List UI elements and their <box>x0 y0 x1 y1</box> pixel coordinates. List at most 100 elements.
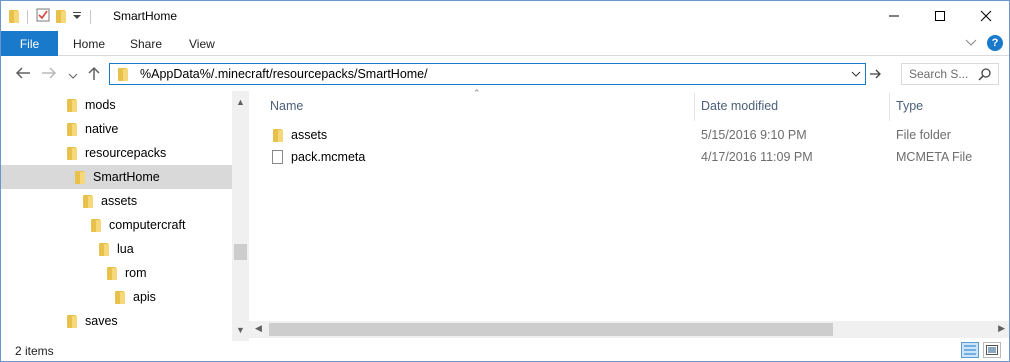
tab-file[interactable]: File <box>1 31 58 56</box>
new-folder-icon[interactable] <box>56 10 66 23</box>
arrow-right-icon <box>42 67 57 79</box>
recent-locations-button[interactable] <box>68 68 78 83</box>
folder-icon <box>83 194 93 208</box>
address-bar[interactable]: %AppData%/.minecraft/resourcepacks/Smart… <box>109 63 866 85</box>
tree-item-label: lua <box>117 242 134 256</box>
up-button[interactable] <box>87 66 101 84</box>
close-button[interactable] <box>963 1 1009 31</box>
expand-ribbon-button[interactable] <box>965 36 977 50</box>
forward-button[interactable] <box>41 66 57 83</box>
file-date: 5/15/2016 9:10 PM <box>701 128 807 142</box>
file-icon <box>272 150 283 167</box>
folder-icon <box>67 146 77 160</box>
window-title: SmartHome <box>113 9 178 23</box>
tree-item-lua[interactable]: lua <box>1 237 232 261</box>
folder-icon <box>273 129 283 145</box>
column-divider[interactable] <box>694 93 695 121</box>
tab-share[interactable]: Share <box>130 31 162 56</box>
tree-item-label: apis <box>133 290 156 304</box>
tree-item-label: mods <box>85 98 116 112</box>
tree-item-mods[interactable]: mods <box>1 93 232 117</box>
tree-item-apis[interactable]: apis <box>1 285 232 309</box>
file-type: File folder <box>896 128 951 142</box>
folder-icon <box>67 314 77 328</box>
tree-item-rom[interactable]: rom <box>1 261 232 285</box>
tree-item-assets[interactable]: assets <box>1 189 232 213</box>
status-bar: 2 items <box>1 339 1009 361</box>
large-icons-view-icon <box>986 345 998 355</box>
folder-icon <box>67 98 77 112</box>
chevron-down-icon <box>68 73 78 79</box>
file-name: assets <box>291 128 328 142</box>
scroll-down-icon[interactable]: ▼ <box>236 325 245 335</box>
details-view-button[interactable] <box>961 342 979 358</box>
navigation-pane: mods native resourcepacks SmartHome asse… <box>1 91 232 341</box>
folder-icon <box>118 67 128 81</box>
tree-item-native[interactable]: native <box>1 117 232 141</box>
tree-item-saves[interactable]: saves <box>1 309 232 333</box>
search-icon[interactable] <box>978 67 992 84</box>
folder-icon <box>115 290 125 304</box>
tree-item-label: SmartHome <box>93 170 160 184</box>
tree-item-computercraft[interactable]: computercraft <box>1 213 232 237</box>
tree-item-label: saves <box>85 314 118 328</box>
title-bar: SmartHome <box>1 1 1009 31</box>
arrow-left-icon <box>15 67 30 79</box>
scrollbar-thumb[interactable] <box>269 323 833 336</box>
properties-icon[interactable] <box>36 8 50 25</box>
search-input[interactable]: Search S... <box>901 63 999 85</box>
tree-item-label: assets <box>101 194 138 208</box>
chevron-down-icon <box>965 39 977 46</box>
tree-item-resourcepacks[interactable]: resourcepacks <box>1 141 232 165</box>
column-header-type[interactable]: Type <box>896 91 923 121</box>
nav-pane-scrollbar[interactable]: ▲ ▼ <box>232 91 249 341</box>
item-count: 2 items <box>15 344 54 358</box>
folder-icon <box>107 266 117 280</box>
list-item[interactable]: pack.mcmeta 4/17/2016 11:09 PM MCMETA Fi… <box>249 147 1009 169</box>
customize-toolbar-icon[interactable] <box>72 9 82 24</box>
maximize-icon <box>935 11 945 21</box>
toolbar-divider <box>27 9 28 24</box>
back-button[interactable] <box>15 66 31 83</box>
tab-home[interactable]: Home <box>73 31 105 56</box>
tree-item-smarthome[interactable]: SmartHome <box>1 165 232 189</box>
address-history-button[interactable] <box>851 67 861 84</box>
navigation-bar: %AppData%/.minecraft/resourcepacks/Smart… <box>1 57 1009 91</box>
column-divider[interactable] <box>889 93 890 121</box>
file-date: 4/17/2016 11:09 PM <box>701 150 813 164</box>
scrollbar-thumb[interactable] <box>234 244 247 260</box>
large-icons-view-button[interactable] <box>983 342 1001 358</box>
scroll-right-icon[interactable]: ▶ <box>998 323 1005 334</box>
explorer-window: SmartHome File Home Share View ? %AppDat… <box>0 0 1010 362</box>
details-view-icon <box>964 345 976 355</box>
toolbar-divider <box>90 9 91 24</box>
folder-icon <box>9 10 19 23</box>
file-list: ⌃ Name Date modified Type assets 5/15/20… <box>249 88 1009 321</box>
quick-access-toolbar <box>9 8 93 25</box>
list-item[interactable]: assets 5/15/2016 9:10 PM File folder <box>249 125 1009 147</box>
tree-item-label: resourcepacks <box>85 146 167 160</box>
scroll-left-icon[interactable]: ◀ <box>255 323 262 334</box>
window-controls <box>871 1 1009 31</box>
chevron-down-icon <box>851 71 861 77</box>
view-switcher <box>961 342 1001 358</box>
file-type: MCMETA File <box>896 150 973 164</box>
tree-item-label: native <box>85 122 119 136</box>
minimize-button[interactable] <box>871 1 917 31</box>
folder-icon <box>91 218 101 232</box>
tree-item-label: computercraft <box>109 218 186 232</box>
address-path[interactable]: %AppData%/.minecraft/resourcepacks/Smart… <box>140 67 428 81</box>
horizontal-scrollbar[interactable]: ◀ ▶ <box>249 321 1009 338</box>
sort-ascending-icon: ⌃ <box>473 88 481 98</box>
folder-icon <box>99 242 109 256</box>
column-header-date[interactable]: Date modified <box>701 91 778 121</box>
go-button[interactable] <box>869 68 882 83</box>
folder-icon <box>67 122 77 136</box>
maximize-button[interactable] <box>917 1 963 31</box>
search-placeholder: Search S... <box>909 67 969 81</box>
column-header-name[interactable]: Name <box>270 91 303 121</box>
tab-view[interactable]: View <box>189 31 215 56</box>
scroll-up-icon[interactable]: ▲ <box>236 97 245 107</box>
help-icon[interactable]: ? <box>987 35 1003 51</box>
minimize-icon <box>889 15 899 17</box>
